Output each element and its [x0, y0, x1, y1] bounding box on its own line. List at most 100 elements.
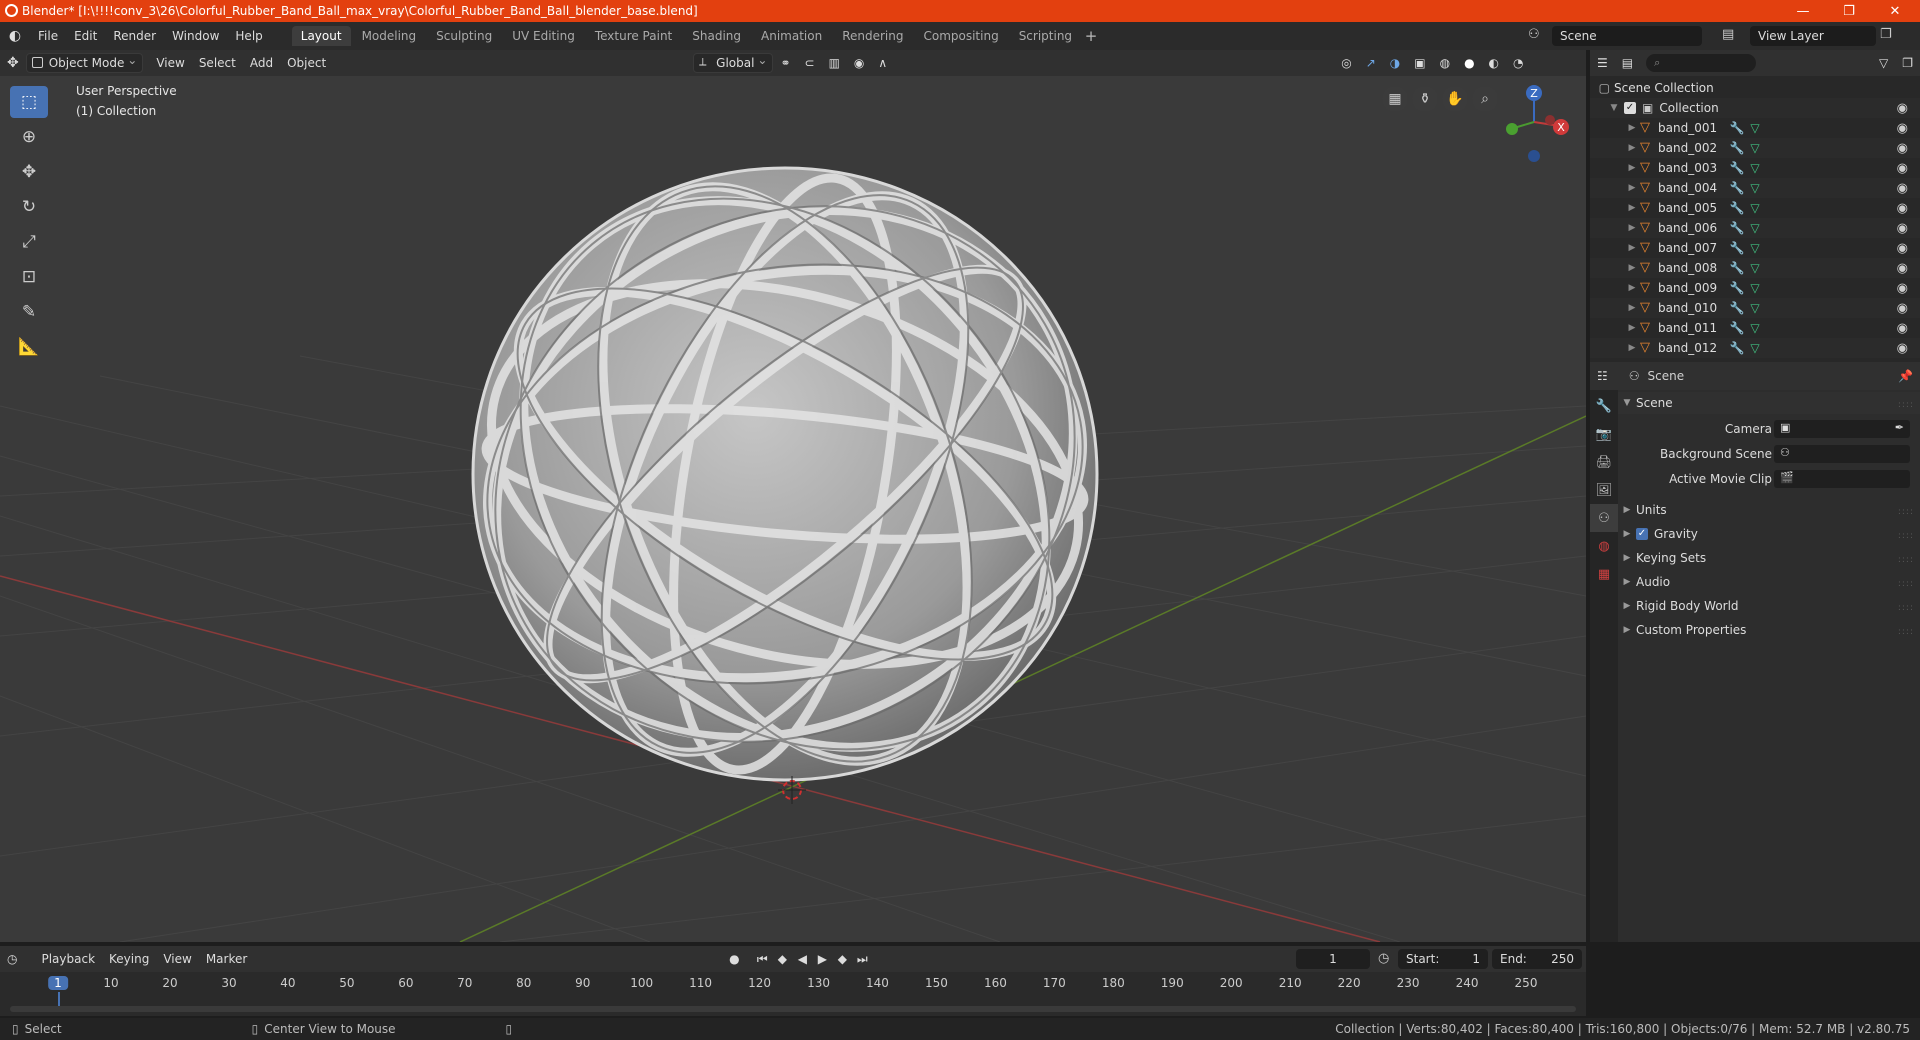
eyedropper-icon[interactable]: ✒ [1895, 421, 1904, 434]
outliner-object-row[interactable]: ▶ ▽ band_008 🔧 ▽ ◉ [1590, 258, 1920, 278]
expand-arrow-icon[interactable]: ▶ [1626, 243, 1638, 253]
blender-menu-icon[interactable]: ◐ [0, 28, 30, 44]
tab-shading[interactable]: Shading [683, 26, 750, 46]
scene-field[interactable]: Scene [1552, 26, 1702, 46]
material-shading-icon[interactable]: ◐ [1482, 54, 1506, 72]
xray-icon[interactable]: ▣ [1407, 54, 1432, 72]
select-box-tool-icon[interactable]: ⬚ [10, 86, 48, 118]
expand-arrow-icon[interactable]: ▶ [1626, 203, 1638, 213]
mesh-data-icon[interactable]: ▽ [1746, 261, 1764, 275]
audio-panel-header[interactable]: ▶ Audio:::: [1618, 571, 1920, 593]
menu-file[interactable]: File [30, 29, 66, 43]
play-reverse-icon[interactable]: ◀ [792, 949, 812, 969]
view-layer-tab-icon[interactable]: 🖼 [1590, 476, 1618, 504]
new-collection-icon[interactable]: ❐ [1895, 54, 1920, 72]
modifier-wrench-icon[interactable]: 🔧 [1728, 261, 1746, 275]
eye-icon[interactable]: ◉ [1897, 321, 1908, 336]
camera-view-icon[interactable]: ⚱ [1412, 86, 1438, 112]
outliner-editor-type-icon[interactable]: ☰ [1590, 54, 1615, 72]
outliner-object-row[interactable]: ▶ ▽ band_012 🔧 ▽ ◉ [1590, 338, 1920, 358]
expand-arrow-icon[interactable]: ▶ [1626, 323, 1638, 333]
gizmo-icon[interactable]: ↗ [1359, 54, 1383, 72]
measure-tool-icon[interactable]: 📐 [10, 331, 48, 363]
menu-window[interactable]: Window [164, 29, 227, 43]
solid-shading-icon[interactable]: ● [1457, 54, 1481, 72]
modifier-wrench-icon[interactable]: 🔧 [1728, 241, 1746, 255]
pin-icon[interactable]: 📌 [1891, 367, 1920, 385]
playhead-line[interactable] [58, 992, 60, 1006]
add-workspace-button[interactable]: + [1082, 27, 1100, 45]
outliner-object-row[interactable]: ▶ ▽ band_005 🔧 ▽ ◉ [1590, 198, 1920, 218]
mesh-data-icon[interactable]: ▽ [1746, 121, 1764, 135]
tab-modeling[interactable]: Modeling [353, 26, 426, 46]
eye-icon[interactable]: ◉ [1897, 281, 1908, 296]
output-tab-icon[interactable]: 🖨 [1590, 448, 1618, 476]
collection-row[interactable]: ▼ ✓ ▣ Collection ◉ [1590, 98, 1920, 118]
modifier-wrench-icon[interactable]: 🔧 [1728, 221, 1746, 235]
tab-rendering[interactable]: Rendering [833, 26, 912, 46]
mesh-data-icon[interactable]: ▽ [1746, 321, 1764, 335]
rendered-shading-icon[interactable]: ◔ [1506, 54, 1530, 72]
tab-texture-paint[interactable]: Texture Paint [586, 26, 681, 46]
modifier-wrench-icon[interactable]: 🔧 [1728, 321, 1746, 335]
pan-hand-icon[interactable]: ✋ [1442, 86, 1468, 112]
menu-playback[interactable]: Playback [34, 950, 102, 968]
tab-uv-editing[interactable]: UV Editing [503, 26, 584, 46]
eye-icon[interactable]: ◉ [1897, 301, 1908, 316]
wireframe-shading-icon[interactable]: ◍ [1433, 54, 1457, 72]
visibility-icon[interactable]: ◎ [1334, 54, 1358, 72]
expand-arrow-icon[interactable]: ▶ [1626, 343, 1638, 353]
menu-marker[interactable]: Marker [199, 950, 254, 968]
expand-arrow-icon[interactable]: ▶ [1626, 183, 1638, 193]
perspective-toggle-icon[interactable]: ▦ [1382, 86, 1408, 112]
jump-start-icon[interactable]: ⏮ [752, 949, 772, 969]
scale-tool-icon[interactable]: ⤢ [10, 226, 48, 258]
modifier-wrench-icon[interactable]: 🔧 [1728, 181, 1746, 195]
object-mode-dropdown[interactable]: Object Mode [25, 53, 144, 73]
mesh-data-icon[interactable]: ▽ [1746, 241, 1764, 255]
menu-select[interactable]: Select [192, 54, 243, 72]
eye-icon[interactable]: ◉ [1897, 101, 1908, 116]
expand-arrow-icon[interactable]: ▶ [1626, 283, 1638, 293]
mesh-data-icon[interactable]: ▽ [1746, 181, 1764, 195]
scene-selector-icon[interactable]: ⚇ [1528, 27, 1540, 42]
timeline[interactable]: 1 10 20 30 40 50 60 70 80 90 100 110 120 130 140 150 160… [0, 972, 1586, 1016]
rotate-tool-icon[interactable]: ↻ [10, 191, 48, 223]
pivot-point-icon[interactable]: ⚭ [773, 54, 797, 72]
overlay-icon[interactable]: ◑ [1383, 54, 1407, 72]
properties-editor-type-icon[interactable]: ☷ [1590, 367, 1615, 385]
gravity-checkbox[interactable]: ✓ [1636, 528, 1648, 540]
expand-arrow-icon[interactable]: ▶ [1626, 123, 1638, 133]
texture-tab-icon[interactable]: ▦ [1590, 560, 1618, 588]
tool-tab-icon[interactable]: 🔧 [1590, 392, 1618, 420]
camera-field[interactable]: ▣ ✒ [1774, 420, 1910, 438]
modifier-wrench-icon[interactable]: 🔧 [1728, 341, 1746, 355]
minimize-button[interactable]: — [1780, 0, 1826, 22]
mesh-data-icon[interactable]: ▽ [1746, 161, 1764, 175]
tab-compositing[interactable]: Compositing [914, 26, 1007, 46]
new-view-layer-icon[interactable]: ❐ [1880, 27, 1892, 42]
expand-arrow-icon[interactable]: ▶ [1626, 223, 1638, 233]
eye-icon[interactable]: ◉ [1897, 161, 1908, 176]
modifier-wrench-icon[interactable]: 🔧 [1728, 281, 1746, 295]
active-movie-clip-field[interactable]: 🎬 [1774, 470, 1910, 488]
timeline-scrollbar[interactable] [10, 1006, 1576, 1012]
eye-icon[interactable]: ◉ [1897, 201, 1908, 216]
editor-type-icon[interactable]: ✥ [0, 53, 26, 73]
keying-sets-panel-header[interactable]: ▶ Keying Sets:::: [1618, 547, 1920, 569]
modifier-wrench-icon[interactable]: 🔧 [1728, 201, 1746, 215]
display-mode-icon[interactable]: ▤ [1615, 54, 1640, 72]
mesh-data-icon[interactable]: ▽ [1746, 341, 1764, 355]
tab-scripting[interactable]: Scripting [1010, 26, 1081, 46]
tab-sculpting[interactable]: Sculpting [427, 26, 501, 46]
cursor-tool-icon[interactable]: ⊕ [10, 121, 48, 153]
gravity-panel-header[interactable]: ▶ ✓ Gravity:::: [1618, 523, 1920, 545]
mesh-data-icon[interactable]: ▽ [1746, 301, 1764, 315]
units-panel-header[interactable]: ▶ Units:::: [1618, 499, 1920, 521]
eye-icon[interactable]: ◉ [1897, 121, 1908, 136]
prev-keyframe-icon[interactable]: ◆ [772, 949, 792, 969]
scene-tab-icon[interactable]: ⚇ [1590, 504, 1618, 532]
outliner-object-row[interactable]: ▶ ▽ band_007 🔧 ▽ ◉ [1590, 238, 1920, 258]
tab-animation[interactable]: Animation [752, 26, 831, 46]
close-button[interactable]: ✕ [1872, 0, 1918, 22]
